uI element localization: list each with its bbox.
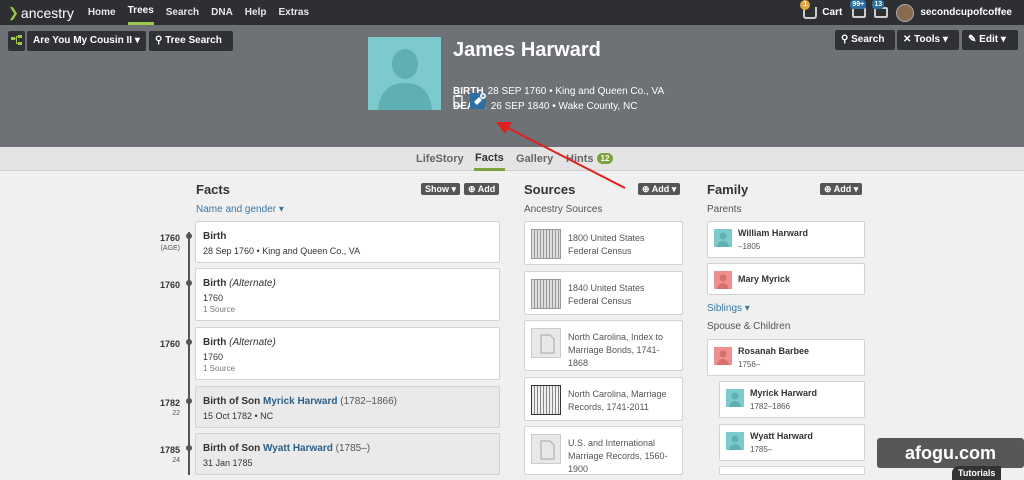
watermark: afogu.com	[877, 438, 1024, 468]
tutorials-button[interactable]: Tutorials	[952, 466, 1002, 480]
red-arrow-annotation	[496, 122, 626, 189]
